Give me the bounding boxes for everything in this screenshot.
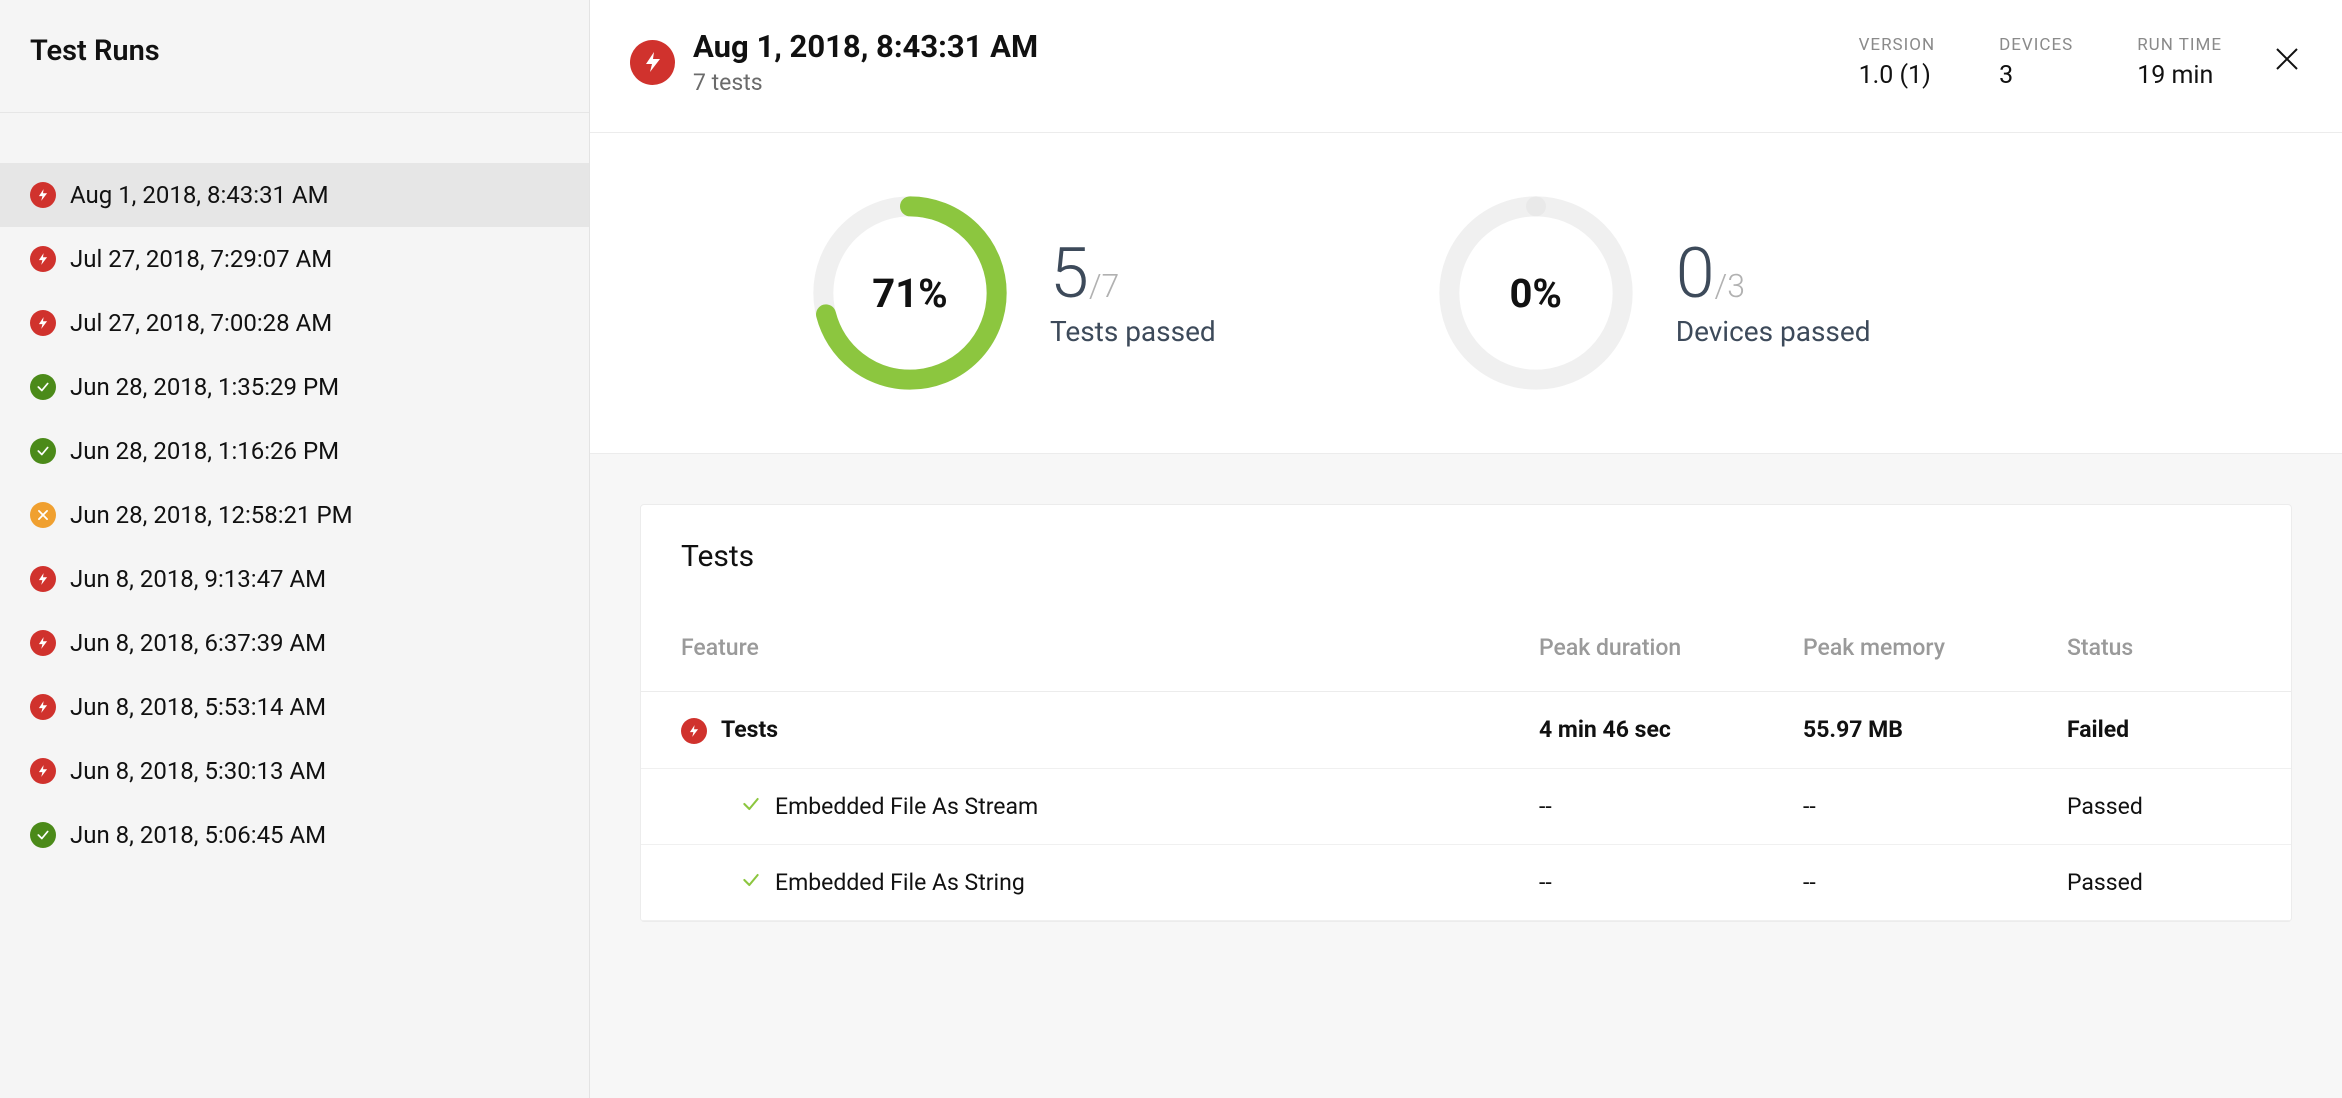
sidebar-item[interactable]: Aug 1, 2018, 8:43:31 AM — [0, 163, 589, 227]
meta-version-value: 1.0 (1) — [1859, 61, 1936, 90]
sidebar-item[interactable]: Jun 28, 2018, 12:58:21 PM — [0, 483, 589, 547]
devices-passed-block: 0% 0/3 Devices passed — [1436, 193, 1871, 393]
main-panel: Aug 1, 2018, 8:43:31 AM 7 tests VERSION … — [590, 0, 2342, 1098]
col-peak-memory: Peak memory — [1763, 594, 2027, 692]
sidebar-item-label: Jun 28, 2018, 1:16:26 PM — [70, 437, 339, 465]
meta-devices-label: DEVICES — [1999, 35, 2073, 55]
tests-card-title: Tests — [641, 505, 2291, 594]
app-root: Test Runs Aug 1, 2018, 8:43:31 AM Jul 27,… — [0, 0, 2342, 1098]
tests-table: Feature Peak duration Peak memory Status… — [641, 594, 2291, 921]
run-title: Aug 1, 2018, 8:43:31 AM — [693, 28, 1859, 65]
tests-passed-block: 71% 5/7 Tests passed — [810, 193, 1216, 393]
peak-duration: -- — [1499, 844, 1763, 920]
meta-devices-value: 3 — [1999, 61, 2073, 90]
sidebar-item-label: Jun 8, 2018, 5:53:14 AM — [70, 693, 326, 721]
sidebar-item-label: Jul 27, 2018, 7:00:28 AM — [70, 309, 332, 337]
peak-duration: 4 min 46 sec — [1499, 692, 1763, 769]
tests-total-count: /7 — [1089, 267, 1119, 305]
peak-memory: -- — [1763, 844, 2027, 920]
peak-duration: -- — [1499, 768, 1763, 844]
cross-icon — [30, 502, 56, 528]
col-status: Status — [2027, 594, 2291, 692]
sidebar-item[interactable]: Jun 8, 2018, 6:37:39 AM — [0, 611, 589, 675]
meta-devices: DEVICES 3 — [1999, 35, 2073, 90]
sidebar-item[interactable]: Jun 28, 2018, 1:35:29 PM — [0, 355, 589, 419]
sidebar-item[interactable]: Jun 8, 2018, 5:06:45 AM — [0, 803, 589, 867]
devices-passed-percent: 0% — [1436, 193, 1636, 393]
check-icon — [30, 822, 56, 848]
sidebar-item[interactable]: Jul 27, 2018, 7:00:28 AM — [0, 291, 589, 355]
meta-runtime-label: RUN TIME — [2137, 35, 2222, 55]
main-header: Aug 1, 2018, 8:43:31 AM 7 tests VERSION … — [590, 0, 2342, 133]
sidebar-item[interactable]: Jun 8, 2018, 5:30:13 AM — [0, 739, 589, 803]
sidebar-item-label: Jun 28, 2018, 1:35:29 PM — [70, 373, 339, 401]
sidebar-item[interactable]: Jun 28, 2018, 1:16:26 PM — [0, 419, 589, 483]
tests-passed-label: Tests passed — [1050, 315, 1216, 348]
bolt-icon — [30, 182, 56, 208]
bolt-icon — [30, 758, 56, 784]
bolt-icon — [30, 566, 56, 592]
meta-version: VERSION 1.0 (1) — [1859, 35, 1936, 90]
peak-memory: -- — [1763, 768, 2027, 844]
check-icon — [741, 793, 761, 820]
sidebar-item-label: Jul 27, 2018, 7:29:07 AM — [70, 245, 332, 273]
col-peak-duration: Peak duration — [1499, 594, 1763, 692]
tests-passed-detail: 5/7 Tests passed — [1050, 239, 1216, 348]
check-icon — [30, 374, 56, 400]
col-feature: Feature — [641, 594, 1499, 692]
meta-version-label: VERSION — [1859, 35, 1936, 55]
tests-passed-percent: 71% — [810, 193, 1010, 393]
status-text: Passed — [2027, 768, 2291, 844]
bolt-icon — [30, 246, 56, 272]
bolt-icon — [30, 630, 56, 656]
table-row[interactable]: Embedded File As String----Passed — [641, 844, 2291, 920]
sidebar: Test Runs Aug 1, 2018, 8:43:31 AM Jul 27,… — [0, 0, 590, 1098]
bolt-icon — [30, 310, 56, 336]
devices-passed-label: Devices passed — [1676, 315, 1871, 348]
feature-name: Tests — [721, 716, 778, 743]
sidebar-item-label: Jun 8, 2018, 5:06:45 AM — [70, 821, 326, 849]
devices-passed-count: 0 — [1676, 233, 1715, 315]
check-icon — [30, 438, 56, 464]
devices-total-count: /3 — [1715, 267, 1745, 305]
status-text: Passed — [2027, 844, 2291, 920]
peak-memory: 55.97 MB — [1763, 692, 2027, 769]
summary-row: 71% 5/7 Tests passed 0% 0/3 Devic — [590, 133, 2342, 454]
meta-runtime-value: 19 min — [2137, 61, 2222, 90]
tests-header-row: Feature Peak duration Peak memory Status — [641, 594, 2291, 692]
sidebar-item-label: Jun 8, 2018, 9:13:47 AM — [70, 565, 326, 593]
sidebar-item[interactable]: Jun 8, 2018, 5:53:14 AM — [0, 675, 589, 739]
header-meta: VERSION 1.0 (1) DEVICES 3 RUN TIME 19 mi… — [1859, 35, 2222, 90]
close-icon[interactable] — [2272, 44, 2302, 80]
sidebar-list: Aug 1, 2018, 8:43:31 AM Jul 27, 2018, 7:2… — [0, 113, 589, 867]
devices-passed-donut: 0% — [1436, 193, 1636, 393]
tests-passed-count: 5 — [1050, 233, 1089, 315]
sidebar-item-label: Jun 8, 2018, 6:37:39 AM — [70, 629, 326, 657]
meta-runtime: RUN TIME 19 min — [2137, 35, 2222, 90]
sidebar-item[interactable]: Jul 27, 2018, 7:29:07 AM — [0, 227, 589, 291]
content-area: Tests Feature Peak duration Peak memory … — [590, 454, 2342, 1098]
run-subtitle: 7 tests — [693, 69, 1859, 96]
table-row[interactable]: Embedded File As Stream----Passed — [641, 768, 2291, 844]
sidebar-item-label: Jun 28, 2018, 12:58:21 PM — [70, 501, 353, 529]
bolt-icon — [681, 718, 707, 744]
tests-passed-donut: 71% — [810, 193, 1010, 393]
check-icon — [741, 869, 761, 896]
tests-card: Tests Feature Peak duration Peak memory … — [640, 504, 2292, 922]
devices-passed-detail: 0/3 Devices passed — [1676, 239, 1871, 348]
sidebar-item-label: Jun 8, 2018, 5:30:13 AM — [70, 757, 326, 785]
sidebar-title: Test Runs — [0, 0, 589, 113]
status-text: Failed — [2027, 692, 2291, 769]
sidebar-item[interactable]: Jun 8, 2018, 9:13:47 AM — [0, 547, 589, 611]
run-status-icon — [630, 40, 675, 85]
sidebar-item-label: Aug 1, 2018, 8:43:31 AM — [70, 181, 329, 209]
feature-name: Embedded File As String — [775, 869, 1025, 896]
bolt-icon — [30, 694, 56, 720]
feature-name: Embedded File As Stream — [775, 793, 1038, 820]
header-title-block: Aug 1, 2018, 8:43:31 AM 7 tests — [693, 28, 1859, 96]
table-row[interactable]: Tests 4 min 46 sec55.97 MBFailed — [641, 692, 2291, 769]
